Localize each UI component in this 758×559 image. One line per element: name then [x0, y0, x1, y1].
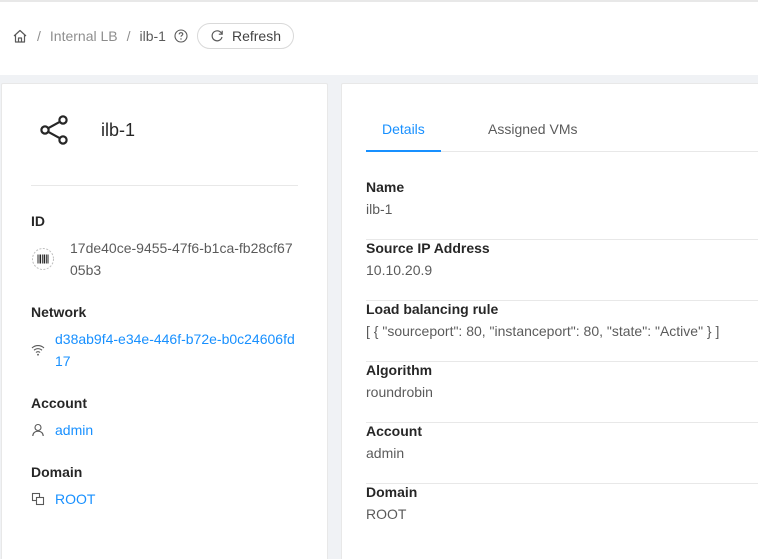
account-label: Account	[31, 395, 87, 411]
detail-label: Account	[366, 423, 422, 439]
detail-label: Domain	[366, 484, 418, 500]
detail-value: 10.10.20.9	[366, 262, 433, 278]
breadcrumb-current: ilb-1	[139, 28, 166, 44]
detail-row-domain: Domain ROOT	[366, 484, 758, 545]
active-tab-indicator	[366, 150, 441, 152]
detail-row-name: Name ilb-1	[366, 179, 758, 240]
detail-label: Source IP Address	[366, 240, 490, 256]
user-icon	[31, 423, 45, 437]
question-circle-icon[interactable]	[174, 29, 188, 43]
breadcrumb-separator: /	[37, 28, 41, 44]
refresh-label: Refresh	[231, 28, 282, 44]
share-icon	[38, 113, 72, 147]
detail-label: Name	[366, 179, 405, 195]
breadcrumb: / Internal LB / ilb-1	[12, 26, 188, 46]
detail-row-account: Account admin	[366, 423, 758, 484]
reload-icon	[211, 30, 223, 42]
tab-details[interactable]: Details	[382, 121, 425, 137]
detail-value: roundrobin	[366, 384, 433, 400]
breadcrumb-separator: /	[126, 28, 131, 44]
detail-value: admin	[366, 445, 405, 461]
detail-row-algorithm: Algorithm roundrobin	[366, 362, 758, 423]
block-icon	[31, 492, 45, 506]
network-link[interactable]: d38ab9f4-e34e-446f-b72e-b0c24606fd17	[55, 328, 300, 372]
id-label: ID	[31, 213, 45, 229]
breadcrumb-internal-lb[interactable]: Internal LB	[50, 28, 118, 44]
tab-assigned-vms[interactable]: Assigned VMs	[488, 121, 577, 137]
account-link[interactable]: admin	[55, 419, 285, 441]
tabs-bar: Details Assigned VMs	[366, 109, 758, 152]
detail-label: Algorithm	[366, 362, 433, 378]
detail-value: [ { "sourceport": 80, "instanceport": 80…	[366, 323, 720, 339]
detail-row-lb-rule: Load balancing rule [ { "sourceport": 80…	[366, 301, 758, 362]
detail-value: ROOT	[366, 506, 407, 522]
network-label: Network	[31, 304, 87, 320]
top-bar: / Internal LB / ilb-1 Refresh	[0, 0, 758, 75]
domain-link[interactable]: ROOT	[55, 488, 285, 510]
id-value: 17de40ce-9455-47f6-b1ca-fb28cf6705b3	[70, 240, 293, 278]
domain-label: Domain	[31, 464, 83, 480]
detail-value: ilb-1	[366, 201, 393, 217]
barcode-icon	[31, 247, 55, 271]
detail-label: Load balancing rule	[366, 301, 499, 317]
wifi-icon	[31, 343, 45, 357]
home-icon[interactable]	[12, 28, 28, 44]
detail-row-source-ip: Source IP Address 10.10.20.9	[366, 240, 758, 301]
resource-name: ilb-1	[101, 120, 136, 140]
divider	[31, 185, 298, 186]
refresh-button[interactable]: Refresh	[197, 23, 294, 49]
